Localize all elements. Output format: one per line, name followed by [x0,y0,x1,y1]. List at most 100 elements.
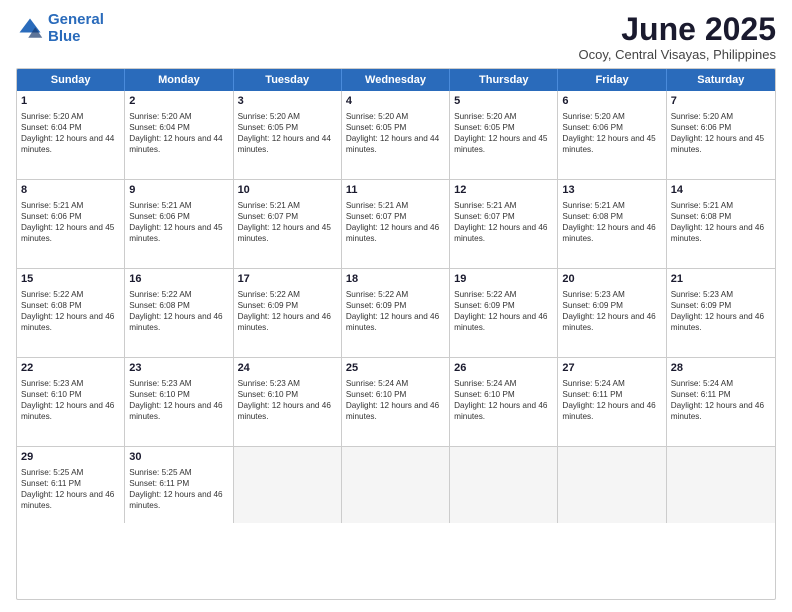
day-number: 18 [346,272,445,287]
day-number: 11 [346,183,445,198]
calendar-cell: 2 Sunrise: 5:20 AMSunset: 6:04 PMDaylight… [125,91,233,179]
calendar-cell [450,447,558,523]
day-number: 25 [346,361,445,376]
calendar-cell: 18 Sunrise: 5:22 AMSunset: 6:09 PMDayligh… [342,269,450,357]
day-number: 23 [129,361,228,376]
weekday-header: Monday [125,69,233,91]
calendar-cell: 14 Sunrise: 5:21 AMSunset: 6:08 PMDayligh… [667,180,775,268]
day-number: 7 [671,94,771,109]
day-number: 30 [129,450,228,465]
calendar-cell: 20 Sunrise: 5:23 AMSunset: 6:09 PMDayligh… [558,269,666,357]
calendar-cell: 23Sunrise: 5:23 AMSunset: 6:10 PMDayligh… [125,358,233,446]
day-number: 5 [454,94,553,109]
day-number: 1 [21,94,120,109]
cell-info: Sunrise: 5:21 AMSunset: 6:08 PMDaylight:… [671,200,771,244]
calendar-cell: 30 Sunrise: 5:25 AMSunset: 6:11 PMDayligh… [125,447,233,523]
calendar-cell: 27Sunrise: 5:24 AMSunset: 6:11 PMDayligh… [558,358,666,446]
day-number: 6 [562,94,661,109]
logo-icon [16,15,44,43]
cell-info: Sunrise: 5:21 AMSunset: 6:07 PMDaylight:… [238,200,337,244]
day-number: 19 [454,272,553,287]
weekday-header: Wednesday [342,69,450,91]
calendar-week: 8Sunrise: 5:21 AMSunset: 6:06 PMDaylight… [17,179,775,268]
day-number: 26 [454,361,553,376]
calendar-cell: 19 Sunrise: 5:22 AMSunset: 6:09 PMDayligh… [450,269,558,357]
day-number: 4 [346,94,445,109]
cell-info: Sunrise: 5:20 AMSunset: 6:05 PMDaylight:… [238,111,337,155]
cell-info: Sunrise: 5:21 AMSunset: 6:06 PMDaylight:… [21,200,120,244]
day-number: 21 [671,272,771,287]
calendar-cell: 24Sunrise: 5:23 AMSunset: 6:10 PMDayligh… [234,358,342,446]
logo-text: General Blue [48,12,104,45]
cell-info: Sunrise: 5:21 AMSunset: 6:08 PMDaylight:… [562,200,661,244]
header: General Blue June 2025 Ocoy, Central Vis… [16,12,776,62]
cell-info: Sunrise: 5:22 AMSunset: 6:09 PMDaylight:… [238,289,337,333]
cell-info: Sunrise: 5:22 AMSunset: 6:09 PMDaylight:… [346,289,445,333]
calendar-cell: 15Sunrise: 5:22 AMSunset: 6:08 PMDayligh… [17,269,125,357]
cell-info: Sunrise: 5:20 AMSunset: 6:04 PMDaylight:… [21,111,120,155]
day-number: 27 [562,361,661,376]
page: General Blue June 2025 Ocoy, Central Vis… [0,0,792,612]
calendar-week: 15Sunrise: 5:22 AMSunset: 6:08 PMDayligh… [17,268,775,357]
day-number: 24 [238,361,337,376]
day-number: 29 [21,450,120,465]
day-number: 22 [21,361,120,376]
calendar-cell: 28Sunrise: 5:24 AMSunset: 6:11 PMDayligh… [667,358,775,446]
calendar-header: SundayMondayTuesdayWednesdayThursdayFrid… [17,69,775,91]
calendar-cell: 25 Sunrise: 5:24 AMSunset: 6:10 PMDayligh… [342,358,450,446]
calendar-cell: 12 Sunrise: 5:21 AMSunset: 6:07 PMDayligh… [450,180,558,268]
weekday-header: Saturday [667,69,775,91]
day-number: 28 [671,361,771,376]
calendar-cell: 8Sunrise: 5:21 AMSunset: 6:06 PMDaylight… [17,180,125,268]
cell-info: Sunrise: 5:25 AMSunset: 6:11 PMDaylight:… [129,467,228,511]
cell-info: Sunrise: 5:21 AMSunset: 6:07 PMDaylight:… [346,200,445,244]
calendar-cell: 3 Sunrise: 5:20 AMSunset: 6:05 PMDaylight… [234,91,342,179]
cell-info: Sunrise: 5:20 AMSunset: 6:05 PMDaylight:… [454,111,553,155]
calendar-cell: 6 Sunrise: 5:20 AMSunset: 6:06 PMDaylight… [558,91,666,179]
cell-info: Sunrise: 5:22 AMSunset: 6:09 PMDaylight:… [454,289,553,333]
calendar-cell [558,447,666,523]
cell-info: Sunrise: 5:24 AMSunset: 6:10 PMDaylight:… [346,378,445,422]
location: Ocoy, Central Visayas, Philippines [578,47,776,62]
day-number: 14 [671,183,771,198]
day-number: 17 [238,272,337,287]
weekday-header: Thursday [450,69,558,91]
calendar-cell: 5 Sunrise: 5:20 AMSunset: 6:05 PMDaylight… [450,91,558,179]
calendar-cell: 22 Sunrise: 5:23 AMSunset: 6:10 PMDayligh… [17,358,125,446]
day-number: 20 [562,272,661,287]
day-number: 12 [454,183,553,198]
weekday-header: Sunday [17,69,125,91]
calendar-cell [234,447,342,523]
calendar-cell: 26Sunrise: 5:24 AMSunset: 6:10 PMDayligh… [450,358,558,446]
cell-info: Sunrise: 5:22 AMSunset: 6:08 PMDaylight:… [21,289,120,333]
calendar-cell: 17 Sunrise: 5:22 AMSunset: 6:09 PMDayligh… [234,269,342,357]
cell-info: Sunrise: 5:20 AMSunset: 6:06 PMDaylight:… [562,111,661,155]
cell-info: Sunrise: 5:23 AMSunset: 6:10 PMDaylight:… [21,378,120,422]
calendar-cell: 9 Sunrise: 5:21 AMSunset: 6:06 PMDaylight… [125,180,233,268]
cell-info: Sunrise: 5:21 AMSunset: 6:07 PMDaylight:… [454,200,553,244]
day-number: 3 [238,94,337,109]
logo-line2: Blue [48,28,81,45]
calendar-week: 29 Sunrise: 5:25 AMSunset: 6:11 PMDayligh… [17,446,775,523]
weekday-header: Tuesday [234,69,342,91]
title-block: June 2025 Ocoy, Central Visayas, Philipp… [578,12,776,62]
day-number: 16 [129,272,228,287]
cell-info: Sunrise: 5:23 AMSunset: 6:09 PMDaylight:… [562,289,661,333]
cell-info: Sunrise: 5:20 AMSunset: 6:04 PMDaylight:… [129,111,228,155]
day-number: 9 [129,183,228,198]
calendar-week: 22 Sunrise: 5:23 AMSunset: 6:10 PMDayligh… [17,357,775,446]
logo: General Blue [16,12,104,45]
calendar-body: 1 Sunrise: 5:20 AMSunset: 6:04 PMDaylight… [17,91,775,523]
calendar-week: 1 Sunrise: 5:20 AMSunset: 6:04 PMDaylight… [17,91,775,179]
calendar-cell: 13Sunrise: 5:21 AMSunset: 6:08 PMDayligh… [558,180,666,268]
calendar-cell: 16 Sunrise: 5:22 AMSunset: 6:08 PMDayligh… [125,269,233,357]
day-number: 10 [238,183,337,198]
cell-info: Sunrise: 5:20 AMSunset: 6:05 PMDaylight:… [346,111,445,155]
cell-info: Sunrise: 5:22 AMSunset: 6:08 PMDaylight:… [129,289,228,333]
calendar-cell: 7Sunrise: 5:20 AMSunset: 6:06 PMDaylight… [667,91,775,179]
cell-info: Sunrise: 5:21 AMSunset: 6:06 PMDaylight:… [129,200,228,244]
calendar-cell [667,447,775,523]
calendar-cell: 10 Sunrise: 5:21 AMSunset: 6:07 PMDayligh… [234,180,342,268]
day-number: 2 [129,94,228,109]
cell-info: Sunrise: 5:23 AMSunset: 6:09 PMDaylight:… [671,289,771,333]
